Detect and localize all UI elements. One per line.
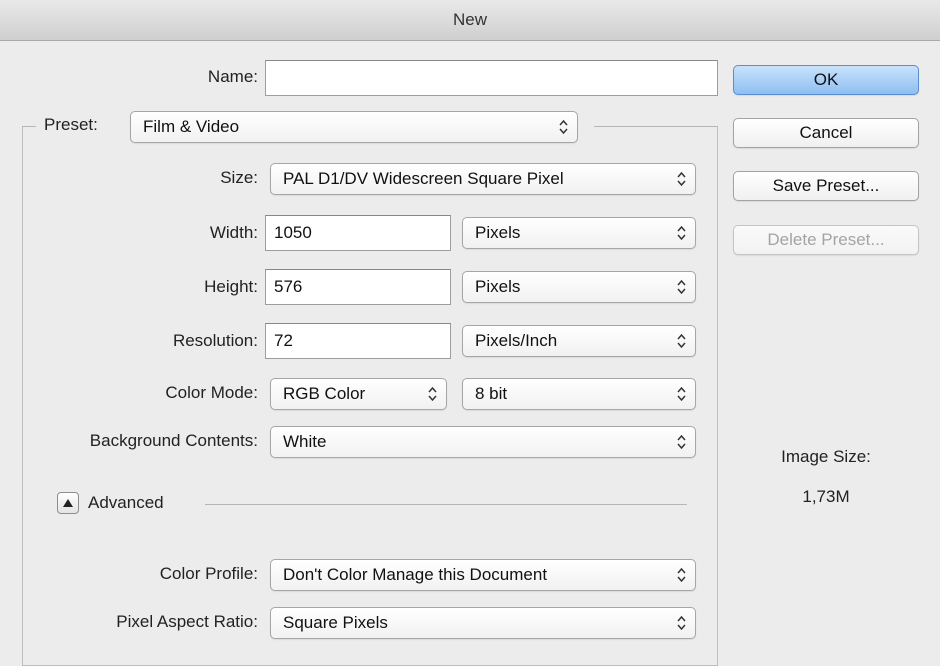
select-arrows-icon — [559, 112, 568, 142]
preset-group-line-right — [594, 126, 718, 127]
size-select[interactable]: PAL D1/DV Widescreen Square Pixel — [270, 163, 696, 195]
color-profile-label: Color Profile: — [159, 564, 258, 583]
background-contents-value: White — [283, 432, 327, 451]
select-arrows-icon — [677, 379, 686, 409]
pixel-aspect-ratio-label: Pixel Aspect Ratio: — [116, 612, 258, 631]
select-arrows-icon — [677, 218, 686, 248]
select-arrows-icon — [677, 560, 686, 590]
image-size-label: Image Size: — [781, 447, 871, 466]
preset-select[interactable]: Film & Video — [130, 111, 578, 143]
select-arrows-icon — [677, 608, 686, 638]
ok-button[interactable]: OK — [733, 65, 919, 95]
advanced-divider — [205, 504, 687, 505]
cancel-button[interactable]: Cancel — [733, 118, 919, 148]
bit-depth-value: 8 bit — [475, 384, 508, 403]
size-label: Size: — [220, 168, 258, 187]
resolution-input[interactable] — [265, 323, 451, 359]
width-label: Width: — [209, 223, 258, 242]
save-preset-button[interactable]: Save Preset... — [733, 171, 919, 201]
resolution-label: Resolution: — [172, 331, 258, 350]
color-mode-label: Color Mode: — [165, 383, 258, 402]
color-mode-select[interactable]: RGB Color — [270, 378, 447, 410]
select-arrows-icon — [677, 427, 686, 457]
triangle-up-icon — [63, 499, 73, 507]
preset-group-line-left — [22, 126, 36, 127]
height-input[interactable] — [265, 269, 451, 305]
size-select-value: PAL D1/DV Widescreen Square Pixel — [283, 169, 564, 188]
select-arrows-icon — [428, 379, 437, 409]
width-unit-select[interactable]: Pixels — [462, 217, 696, 249]
advanced-label[interactable]: Advanced — [88, 493, 164, 513]
name-input[interactable] — [265, 60, 718, 96]
height-unit-value: Pixels — [475, 277, 521, 296]
name-label: Name: — [207, 67, 258, 86]
window-titlebar: New — [0, 0, 940, 41]
preset-select-value: Film & Video — [143, 117, 240, 136]
pixel-aspect-ratio-select[interactable]: Square Pixels — [270, 607, 696, 639]
color-profile-select[interactable]: Don't Color Manage this Document — [270, 559, 696, 591]
image-size-value: 1,73M — [802, 487, 850, 506]
bit-depth-select[interactable]: 8 bit — [462, 378, 696, 410]
height-label: Height: — [204, 277, 258, 296]
pixel-aspect-ratio-value: Square Pixels — [283, 613, 388, 632]
resolution-unit-value: Pixels/Inch — [475, 331, 558, 350]
delete-preset-button: Delete Preset... — [733, 225, 919, 255]
background-contents-label: Background Contents: — [89, 431, 258, 450]
background-contents-select[interactable]: White — [270, 426, 696, 458]
resolution-unit-select[interactable]: Pixels/Inch — [462, 325, 696, 357]
color-mode-value: RGB Color — [283, 384, 366, 403]
advanced-disclosure-button[interactable] — [57, 492, 79, 514]
width-input[interactable] — [265, 215, 451, 251]
select-arrows-icon — [677, 272, 686, 302]
select-arrows-icon — [677, 164, 686, 194]
height-unit-select[interactable]: Pixels — [462, 271, 696, 303]
window-title: New — [452, 10, 487, 29]
select-arrows-icon — [677, 326, 686, 356]
width-unit-value: Pixels — [475, 223, 521, 242]
new-document-dialog: Name: Preset: Film & Video Size: PAL D1/… — [0, 41, 940, 666]
preset-label: Preset: — [44, 115, 98, 134]
color-profile-value: Don't Color Manage this Document — [283, 565, 548, 584]
